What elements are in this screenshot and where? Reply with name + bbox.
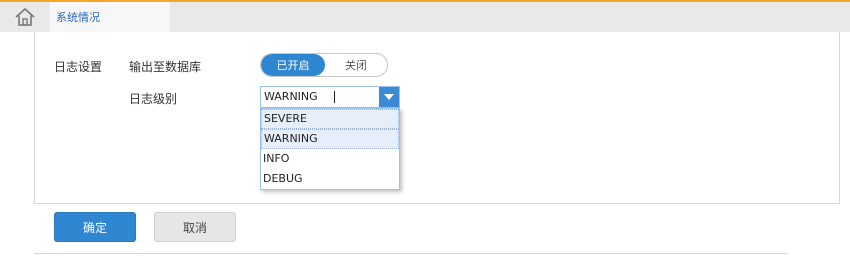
tab-system-status[interactable]: 系统情况 [50, 2, 170, 32]
log-level-select[interactable]: WARNING [260, 86, 400, 108]
option-severe[interactable]: SEVERE [261, 109, 399, 129]
text-cursor [334, 91, 335, 103]
option-debug[interactable]: DEBUG [261, 169, 399, 189]
log-settings-label: 日志设置 [54, 60, 103, 74]
tab-label: 系统情况 [56, 11, 100, 24]
db-output-label: 输出至数据库 [129, 60, 202, 74]
option-warning[interactable]: WARNING [261, 129, 399, 149]
home-icon [15, 8, 35, 26]
toggle-off-option[interactable]: 关闭 [325, 54, 387, 76]
option-info[interactable]: INFO [261, 149, 399, 169]
home-button[interactable] [0, 2, 50, 32]
chevron-down-icon [384, 94, 394, 100]
log-level-dropdown: SEVERE WARNING INFO DEBUG [260, 108, 400, 190]
toggle-on-option[interactable]: 已开启 [261, 54, 325, 76]
log-level-label: 日志级别 [129, 92, 178, 106]
tab-bar: 系统情况 [0, 2, 850, 32]
confirm-button[interactable]: 确定 [54, 212, 136, 242]
cancel-button[interactable]: 取消 [154, 212, 236, 242]
log-level-value[interactable]: WARNING [264, 87, 318, 107]
db-output-toggle[interactable]: 已开启 关闭 [260, 53, 388, 77]
panel-divider [34, 203, 840, 204]
dropdown-toggle-button[interactable] [379, 87, 399, 107]
bottom-divider [34, 253, 788, 254]
